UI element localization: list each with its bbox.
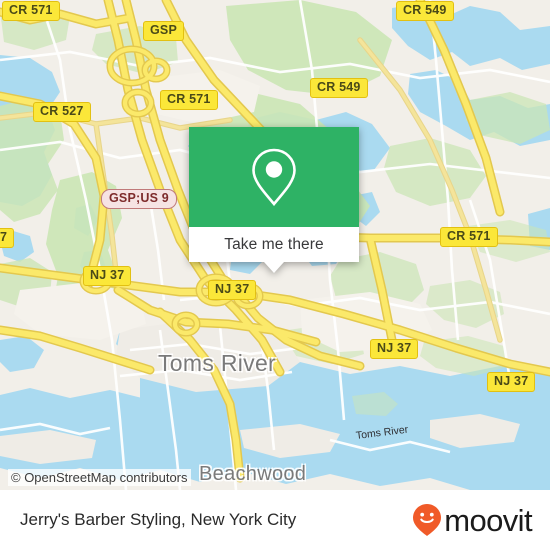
popup-header — [189, 127, 359, 227]
shield-cr-571-east[interactable]: CR 571 — [440, 227, 498, 247]
shield-gsp-top[interactable]: GSP — [143, 21, 184, 41]
map-pin-icon — [252, 148, 296, 207]
shield-nj-37-far-east[interactable]: NJ 37 — [487, 372, 536, 392]
moovit-wordmark: moovit — [444, 502, 532, 538]
take-me-there-button[interactable]: Take me there — [224, 236, 324, 254]
moovit-pin-smiley-icon — [413, 504, 442, 536]
shield-cr-571-nw[interactable]: CR 571 — [2, 1, 60, 21]
popup-tail — [264, 262, 284, 273]
shield-cr-527[interactable]: CR 527 — [33, 102, 91, 122]
shield-nj-37-center[interactable]: NJ 37 — [208, 280, 257, 300]
shield-nj-37-west[interactable]: NJ 37 — [83, 266, 132, 286]
location-title: Jerry's Barber Styling, New York City — [20, 510, 297, 529]
shield-cr-571-north[interactable]: CR 571 — [160, 90, 218, 110]
screenshot-root: Toms River Beachwood Toms River CR 571 G… — [0, 0, 550, 550]
shield-nj-37-east[interactable]: NJ 37 — [370, 339, 419, 359]
shield-cr-549-top[interactable]: CR 549 — [396, 1, 454, 21]
map-canvas[interactable]: Toms River Beachwood Toms River CR 571 G… — [0, 0, 550, 490]
shield-nj-37-edge[interactable]: 7 — [0, 228, 15, 248]
osm-attribution[interactable]: © OpenStreetMap contributors — [8, 469, 191, 486]
popup-footer[interactable]: Take me there — [189, 227, 359, 273]
shield-cr-549-mid[interactable]: CR 549 — [310, 78, 368, 98]
place-label-toms-river: Toms River — [158, 350, 277, 376]
footer-bar: Jerry's Barber Styling, New York City mo… — [0, 490, 550, 550]
moovit-logo[interactable]: moovit — [412, 502, 533, 538]
place-label-beachwood: Beachwood — [199, 463, 307, 485]
shield-gsp-us-9[interactable]: GSP;US 9 — [101, 189, 177, 209]
location-popup-card[interactable]: Take me there — [189, 127, 359, 273]
